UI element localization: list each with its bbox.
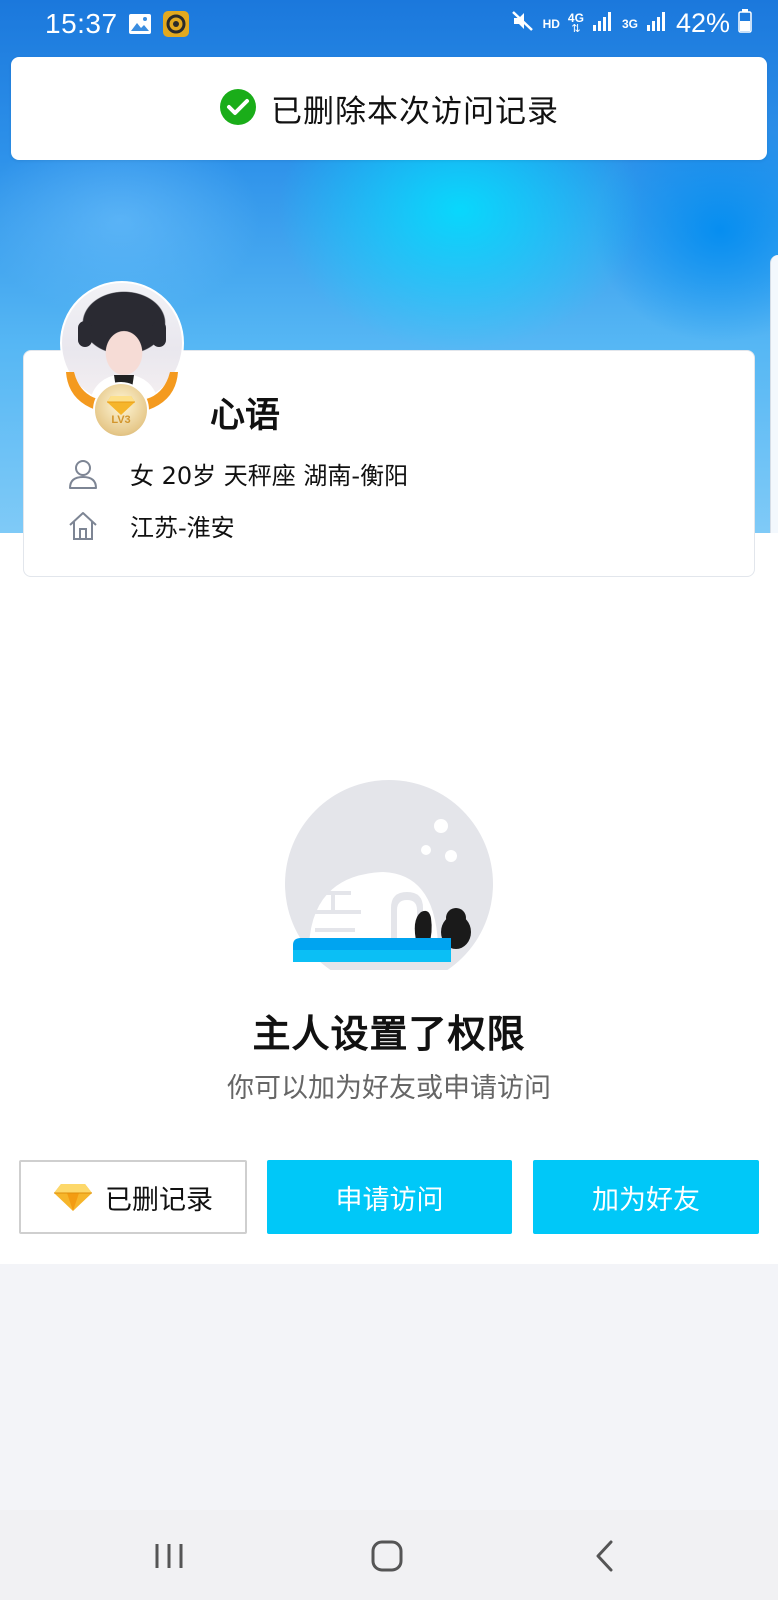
side-panel-edge[interactable] — [770, 255, 778, 565]
hometown-text: 江苏-淮安 — [130, 514, 235, 542]
home-button[interactable] — [357, 1528, 417, 1584]
data-4g-indicator: 4G ⇅ — [568, 12, 584, 35]
add-friend-button[interactable]: 加为好友 — [533, 1160, 759, 1234]
battery-icon — [738, 9, 752, 38]
permission-title: 主人设置了权限 — [252, 1012, 526, 1056]
network-3g-label: 3G — [621, 16, 638, 31]
recent-apps-button[interactable] — [139, 1528, 199, 1584]
hometown-row: 江苏-淮安 — [66, 508, 235, 543]
deleted-record-button[interactable]: 已删记录 — [19, 1160, 247, 1234]
status-notification-icons — [128, 10, 190, 43]
status-right: HD 4G ⇅ 3G 42% — [511, 8, 752, 39]
home-outline-icon — [69, 511, 97, 540]
home-icon — [371, 1540, 403, 1572]
nickname: 心语 — [210, 396, 281, 436]
basic-info-text: 女 20岁 天秤座 湖南-衡阳 — [130, 462, 409, 490]
status-bar: 15:37 HD 4G ⇅ 3G 42% — [0, 0, 778, 50]
basic-info-row: 女 20岁 天秤座 湖南-衡阳 — [66, 456, 408, 491]
person-icon — [69, 459, 97, 489]
back-icon — [596, 1540, 613, 1572]
mute-icon — [511, 9, 535, 38]
deleted-record-label: 已删记录 — [105, 1184, 213, 1216]
gallery-icon — [128, 13, 152, 40]
apply-visit-button[interactable]: 申请访问 — [267, 1160, 512, 1234]
back-button[interactable] — [575, 1528, 635, 1584]
data-arrows-icon: ⇅ — [571, 23, 581, 35]
battery-percent: 42% — [675, 8, 730, 38]
level-label: LV3 — [111, 414, 131, 426]
check-circle-icon — [219, 88, 257, 130]
toast-message: 已删除本次访问记录 — [271, 94, 559, 130]
level-badge[interactable]: LV3 — [93, 382, 149, 438]
permission-illustration — [285, 780, 493, 970]
status-time: 15:37 — [45, 8, 118, 39]
toast-notification: 已删除本次访问记录 — [11, 57, 767, 160]
hd-label: HD — [542, 16, 560, 31]
recent-apps-icon — [155, 1544, 183, 1568]
avatar-container[interactable]: LV3 — [58, 280, 188, 440]
diamond-icon — [107, 396, 135, 415]
diamond-icon — [54, 1184, 92, 1211]
system-nav-bar — [0, 1510, 778, 1600]
app-notification-icon — [162, 10, 190, 43]
signal-icon — [592, 10, 614, 37]
permission-subtitle: 你可以加为好友或申请访问 — [227, 1073, 551, 1104]
signal-icon-2 — [646, 10, 668, 37]
